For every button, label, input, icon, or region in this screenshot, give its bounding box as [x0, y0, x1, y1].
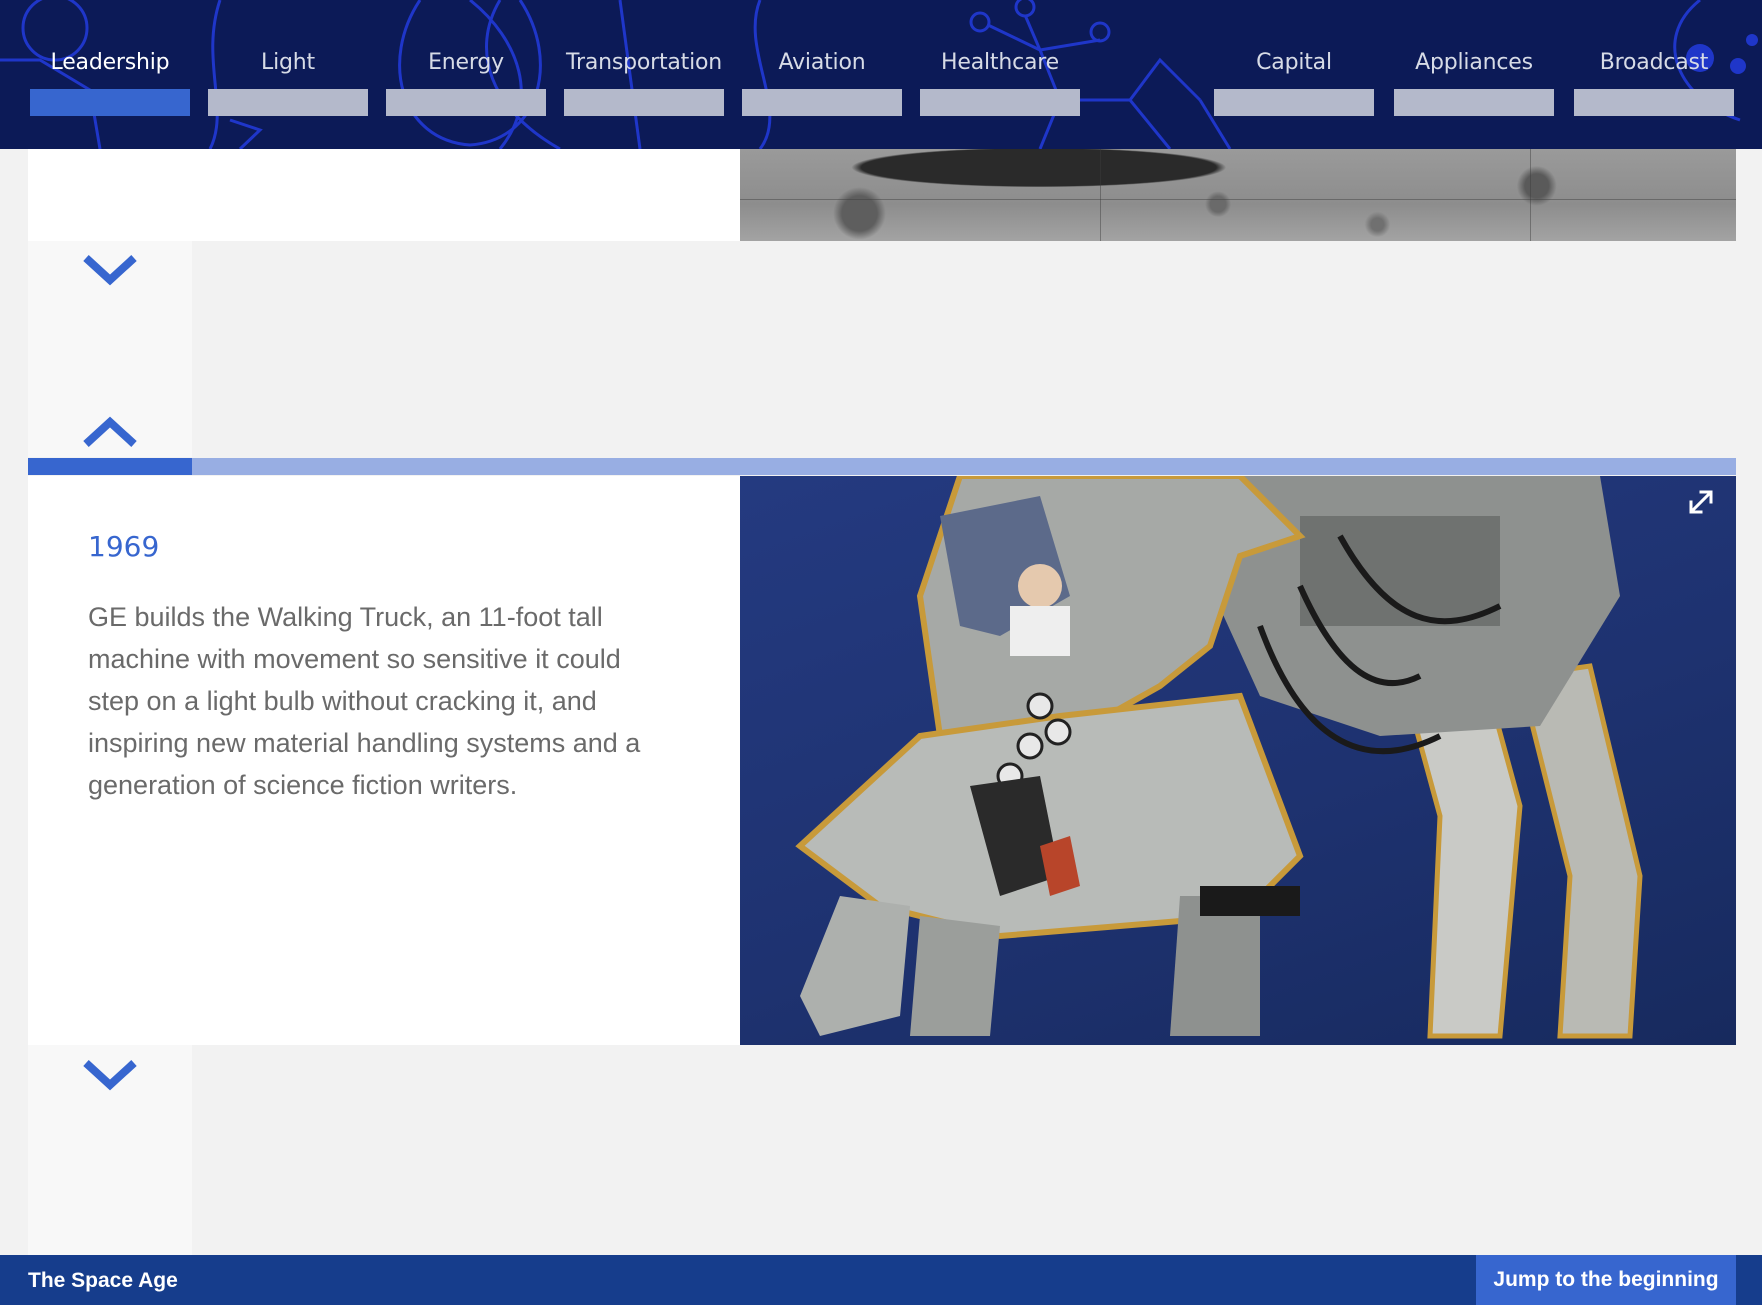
nav-tab-transportation[interactable]: Transportation	[564, 0, 724, 149]
nav-tab-indicator	[386, 89, 546, 116]
nav-tab-appliances[interactable]: Appliances	[1394, 0, 1554, 149]
nav-tab-indicator	[564, 89, 724, 116]
nav-tab-indicator	[1394, 89, 1554, 116]
reticle-line	[1100, 149, 1101, 241]
top-navigation: Leadership Light Energy Transportation A…	[0, 0, 1762, 149]
nav-tab-label: Transportation	[565, 50, 723, 75]
jump-to-beginning-button[interactable]: Jump to the beginning	[1476, 1255, 1736, 1305]
expand-icon[interactable]	[1686, 487, 1716, 517]
nav-tab-leadership[interactable]: Leadership	[30, 0, 190, 149]
chevron-up-icon[interactable]	[80, 412, 140, 452]
nav-tab-indicator	[30, 89, 190, 116]
previous-entry-text-card	[28, 149, 740, 241]
nav-tab-indicator	[1214, 89, 1374, 116]
nav-tab-label: Leadership	[50, 50, 170, 75]
section-title: The Space Age	[28, 1269, 178, 1292]
nav-tab-indicator	[208, 89, 368, 116]
nav-tab-label: Appliances	[1415, 50, 1533, 75]
nav-tab-broadcast[interactable]: Broadcast	[1574, 0, 1734, 149]
nav-tab-label: Light	[261, 50, 315, 75]
entry-description: GE builds the Walking Truck, an 11-foot …	[88, 602, 641, 800]
timeline-progress-fill	[28, 458, 192, 475]
section-footer-bar: The Space Age Jump to the beginning	[0, 1255, 1762, 1305]
walking-truck-photo[interactable]	[740, 476, 1736, 1045]
nav-tab-label: Healthcare	[941, 50, 1059, 75]
previous-entry-moon-surface-image[interactable]	[740, 149, 1736, 241]
nav-tab-energy[interactable]: Energy	[386, 0, 546, 149]
nav-tab-indicator	[920, 89, 1080, 116]
chevron-down-icon[interactable]	[80, 250, 140, 290]
chevron-down-icon[interactable]	[80, 1055, 140, 1095]
nav-tab-healthcare[interactable]: Healthcare	[920, 0, 1080, 149]
nav-tab-indicator	[742, 89, 902, 116]
nav-tab-aviation[interactable]: Aviation	[742, 0, 902, 149]
walking-truck-illustration	[795, 476, 1643, 1039]
entry-year: 1969	[88, 530, 160, 563]
nav-tab-label: Energy	[428, 50, 504, 75]
nav-tab-light[interactable]: Light	[208, 0, 368, 149]
reticle-line	[1530, 149, 1531, 241]
nav-tab-label: Capital	[1256, 50, 1332, 75]
reticle-line	[740, 199, 1736, 200]
timeline-progress-track	[28, 458, 1736, 475]
nav-tab-label: Aviation	[778, 50, 866, 75]
nav-tab-indicator	[1574, 89, 1734, 116]
nav-tab-label: Broadcast	[1599, 50, 1709, 75]
nav-tab-capital[interactable]: Capital	[1214, 0, 1374, 149]
